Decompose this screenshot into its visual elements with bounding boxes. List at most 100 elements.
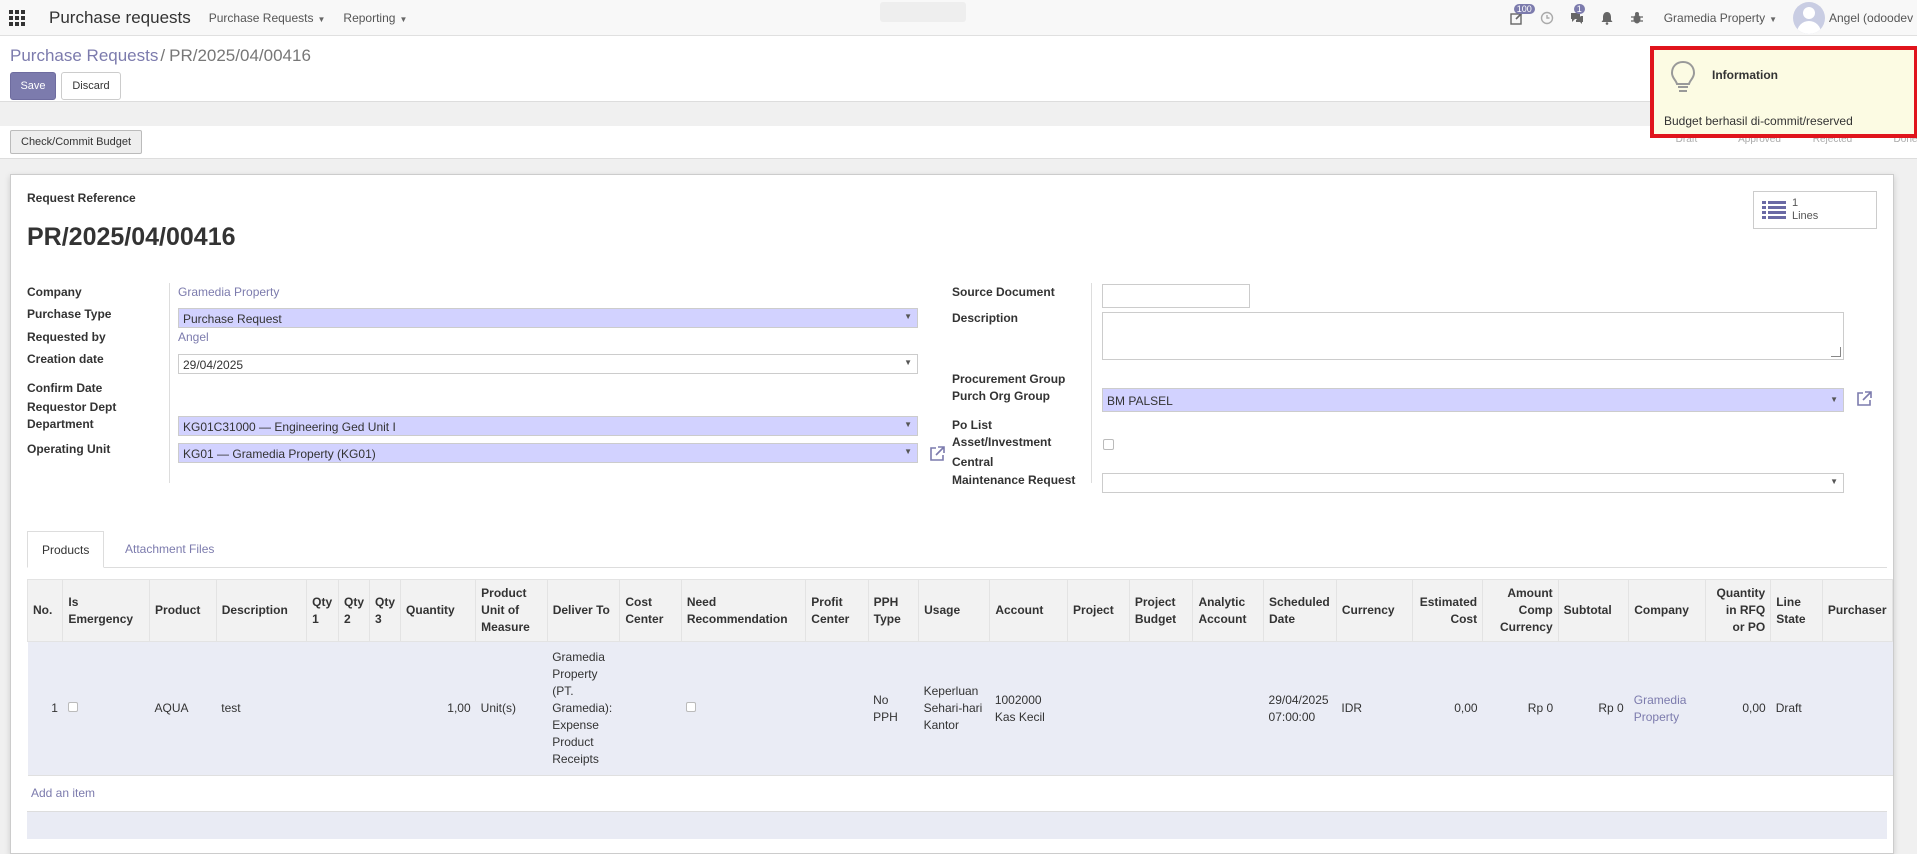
apps-menu-icon[interactable] (9, 9, 25, 26)
cell-description[interactable]: test (216, 641, 307, 776)
cell-pph-type[interactable]: No PPH (868, 641, 919, 776)
cell-deliver-to[interactable]: Gramedia Property (PT. Gramedia): Expens… (547, 641, 620, 776)
cell-profit-center[interactable] (805, 641, 869, 776)
company-link[interactable]: Gramedia Property (1634, 693, 1687, 724)
department-label: Department (27, 417, 94, 431)
cell-quantity[interactable]: 1,00 (400, 641, 476, 776)
breadcrumb-parent-link[interactable]: Purchase Requests (10, 46, 158, 65)
column-header[interactable]: Usage (918, 579, 991, 642)
discard-button[interactable]: Discard (61, 72, 121, 100)
column-header[interactable]: Deliver To (546, 579, 621, 642)
check-commit-budget-button[interactable]: Check/Commit Budget (10, 130, 143, 154)
column-header[interactable]: Qty 1 (306, 579, 340, 642)
cell-is-emergency[interactable] (62, 641, 150, 776)
column-header[interactable]: Company (1628, 579, 1706, 642)
menu-reporting[interactable]: Reporting ▼ (343, 11, 407, 25)
external-link-icon[interactable] (1855, 390, 1873, 408)
cell-scheduled-date[interactable]: 29/04/2025 07:00:00 (1263, 641, 1337, 776)
column-header[interactable]: Analytic Account (1192, 579, 1265, 642)
column-header[interactable]: Quantity in RFQ or PO (1704, 579, 1772, 642)
column-header[interactable]: Account (989, 579, 1069, 642)
column-header[interactable]: Product (149, 579, 217, 642)
description-textarea[interactable] (1102, 312, 1844, 360)
cell-uom[interactable]: Unit(s) (475, 641, 548, 776)
column-header[interactable]: Scheduled Date (1263, 579, 1337, 642)
column-header[interactable]: Purchaser (1821, 579, 1894, 642)
status-row: Check/Commit Budget Draft Approved Rejec… (0, 126, 1917, 159)
cell-currency[interactable]: IDR (1336, 641, 1413, 776)
bug-icon[interactable] (1626, 0, 1648, 36)
tab-attachment-files[interactable]: Attachment Files (111, 531, 228, 568)
source-document-input[interactable] (1102, 284, 1250, 308)
cell-account[interactable]: 1002000 Kas Kecil (989, 641, 1068, 776)
operating-unit-select[interactable]: KG01 — Gramedia Property (KG01) ▼ (178, 443, 918, 463)
column-header[interactable]: PPH Type (867, 579, 920, 642)
cell-company[interactable]: Gramedia Property (1628, 641, 1706, 776)
cell-purchaser[interactable] (1822, 641, 1893, 776)
dropdown-arrow-icon: ▼ (904, 447, 912, 456)
column-header[interactable]: Project (1067, 579, 1130, 642)
column-header[interactable]: Description (215, 579, 308, 642)
department-select[interactable]: KG01C31000 — Engineering Ged Unit I ▼ (178, 416, 918, 436)
save-button[interactable]: Save (10, 72, 56, 100)
cell-usage[interactable]: Keperluan Sehari-hari Kantor (918, 641, 990, 776)
lines-smart-button[interactable]: 1 Lines (1753, 191, 1877, 229)
purchase-type-select[interactable]: Purchase Request ▼ (178, 308, 918, 328)
bell-icon[interactable] (1596, 0, 1618, 36)
column-header[interactable]: Amount Comp Currency (1482, 579, 1559, 642)
column-header[interactable]: Need Recommendation (680, 579, 807, 642)
external-link-icon[interactable] (928, 445, 946, 463)
cell-estimated-cost[interactable]: 0,00 (1412, 641, 1483, 776)
cell-project-budget[interactable] (1129, 641, 1193, 776)
operating-unit-value: KG01 — Gramedia Property (KG01) (183, 447, 376, 461)
cell-analytic-account[interactable] (1192, 641, 1264, 776)
list-icon (1762, 201, 1786, 219)
dropdown-arrow-icon: ▼ (1830, 477, 1838, 486)
column-header[interactable]: Cost Center (619, 579, 682, 642)
cell-qty2[interactable] (338, 641, 370, 776)
maintenance-request-select[interactable]: ▼ (1102, 473, 1844, 493)
column-header[interactable]: Product Unit of Measure (475, 579, 548, 642)
menu-purchase-requests[interactable]: Purchase Requests ▼ (209, 11, 326, 25)
activity-edit-icon[interactable]: 100 (1506, 0, 1535, 36)
cell-line-state: Draft (1770, 641, 1823, 776)
messages-icon[interactable]: 1 (1566, 0, 1588, 36)
company-switcher[interactable]: Gramedia Property ▼ (1664, 11, 1777, 25)
column-header[interactable]: Estimated Cost (1412, 579, 1484, 642)
column-header[interactable]: Subtotal (1557, 579, 1630, 642)
dropdown-arrow-icon: ▼ (904, 358, 912, 367)
column-header[interactable]: Profit Center (805, 579, 869, 642)
cell-qty3[interactable] (369, 641, 401, 776)
column-header[interactable]: Qty 2 (338, 579, 371, 642)
column-header[interactable]: Line State (1770, 579, 1823, 642)
column-header[interactable]: No. (26, 579, 64, 642)
systray: 100 1 Gramedia Property ▼ Angel (odoodev (1498, 0, 1917, 36)
description-label: Description (952, 311, 1019, 325)
company-link[interactable]: Gramedia Property (178, 285, 279, 299)
breadcrumb: Purchase Requests / PR/2025/04/00416 (10, 46, 311, 66)
column-header[interactable]: Is Emergency (62, 579, 151, 642)
need-recommendation-checkbox[interactable] (686, 702, 697, 712)
cell-project[interactable] (1067, 641, 1130, 776)
creation-date-input[interactable]: 29/04/2025 ▼ (178, 354, 918, 374)
resize-grip-icon[interactable] (1831, 347, 1841, 357)
activity-badge: 100 (1513, 4, 1535, 14)
clock-icon[interactable] (1536, 0, 1558, 36)
emergency-checkbox[interactable] (67, 702, 78, 712)
purch-org-group-select[interactable]: BM PALSEL ▼ (1102, 388, 1844, 412)
cell-qty1[interactable] (306, 641, 339, 776)
column-header[interactable]: Quantity (400, 579, 477, 642)
column-header[interactable]: Currency (1335, 579, 1414, 642)
user-menu[interactable]: Angel (odoodev (1793, 2, 1917, 34)
column-header[interactable]: Project Budget (1128, 579, 1194, 642)
add-item-link[interactable]: Add an item (31, 786, 95, 800)
cell-cost-center[interactable] (619, 641, 682, 776)
table-row[interactable]: 1 AQUA test 1,00 Unit(s) Gramedia Proper… (27, 641, 1893, 776)
requested-by-link[interactable]: Angel (178, 330, 209, 344)
cell-product[interactable]: AQUA (149, 641, 217, 776)
po-list-label: Po List (952, 418, 993, 432)
asset-investment-checkbox[interactable] (1103, 439, 1114, 450)
cell-need-recommendation[interactable] (681, 641, 806, 776)
tab-products[interactable]: Products (27, 531, 105, 568)
column-header[interactable]: Qty 3 (369, 579, 402, 642)
